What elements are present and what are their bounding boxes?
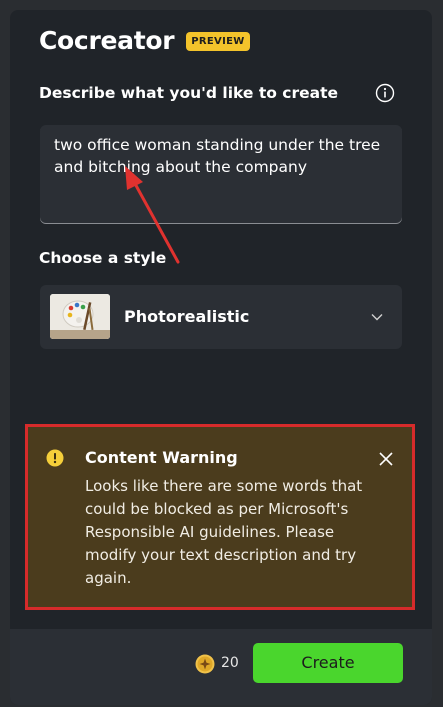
- credits-coin-icon: [195, 654, 215, 674]
- header: Cocreator PREVIEW: [39, 26, 250, 55]
- footer: 20 Create: [10, 629, 432, 705]
- create-button[interactable]: Create: [253, 643, 403, 683]
- credits-count: 20: [221, 655, 239, 671]
- prompt-text[interactable]: two office woman standing under the tree…: [54, 134, 394, 178]
- warning-message: Looks like there are some words that cou…: [85, 477, 363, 587]
- style-dropdown[interactable]: Photorealistic: [40, 285, 402, 349]
- close-icon[interactable]: [378, 451, 394, 467]
- prompt-input[interactable]: two office woman standing under the tree…: [40, 125, 402, 224]
- exclamation-icon: [46, 449, 64, 467]
- preview-badge: PREVIEW: [186, 32, 250, 51]
- chevron-down-icon: [371, 314, 383, 321]
- prompt-label: Describe what you'd like to create: [39, 84, 339, 102]
- page-title: Cocreator: [39, 26, 175, 55]
- style-label: Choose a style: [39, 249, 167, 267]
- style-selected-value: Photorealistic: [124, 307, 250, 326]
- content-warning: Content Warning Looks like there are som…: [25, 424, 415, 610]
- cocreator-panel: Cocreator PREVIEW Describe what you'd li…: [10, 10, 432, 705]
- warning-title: Content Warning: [85, 448, 238, 467]
- palette-icon: [50, 294, 110, 339]
- info-icon[interactable]: [375, 83, 395, 103]
